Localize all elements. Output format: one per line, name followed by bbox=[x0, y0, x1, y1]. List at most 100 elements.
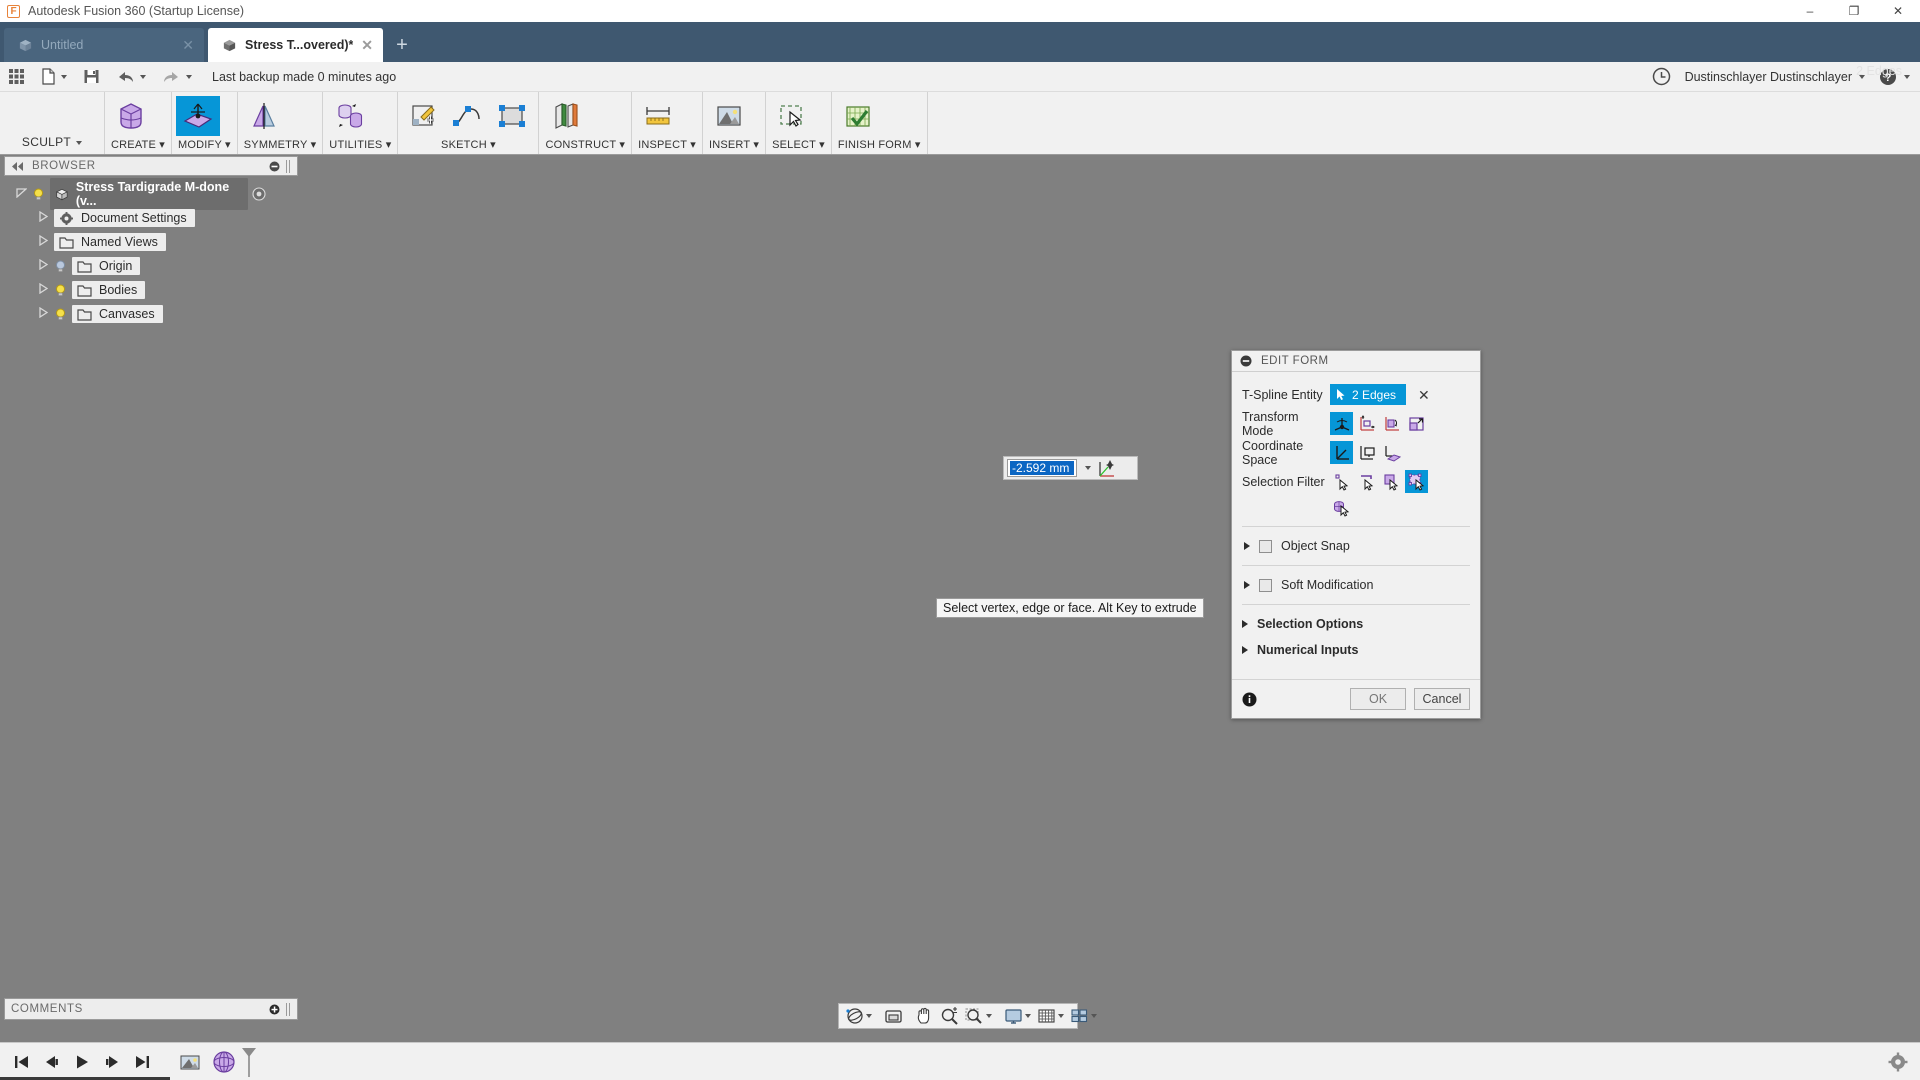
section-object-snap[interactable]: Object Snap bbox=[1242, 533, 1470, 559]
file-menu-button[interactable] bbox=[33, 62, 75, 92]
undo-button[interactable] bbox=[108, 62, 154, 92]
filter-edge-button[interactable] bbox=[1355, 470, 1378, 493]
clock-icon[interactable] bbox=[1652, 67, 1671, 86]
tree-row-document-settings[interactable]: Document Settings bbox=[0, 206, 302, 230]
section-soft-modification[interactable]: Soft Modification bbox=[1242, 572, 1470, 598]
ribbon-group-label[interactable]: SYMMETRY ▾ bbox=[238, 138, 323, 154]
tree-item-document-settings[interactable]: Document Settings bbox=[54, 209, 195, 227]
chevron-down-icon[interactable] bbox=[1085, 466, 1091, 470]
play-button[interactable] bbox=[68, 1047, 96, 1077]
section-selection-options[interactable]: Selection Options bbox=[1242, 611, 1470, 637]
viewports-button[interactable] bbox=[1067, 1004, 1100, 1028]
tree-row-bodies[interactable]: Bodies bbox=[0, 278, 302, 302]
filter-group-button[interactable] bbox=[1330, 497, 1353, 520]
offset-plane-button[interactable] bbox=[543, 96, 587, 136]
visibility-bulb-icon[interactable] bbox=[54, 308, 67, 321]
orbit-button[interactable] bbox=[842, 1004, 875, 1028]
world-space-button[interactable] bbox=[1330, 441, 1353, 464]
cancel-button[interactable]: Cancel bbox=[1414, 688, 1470, 710]
pan-button[interactable] bbox=[912, 1004, 937, 1028]
redo-button[interactable] bbox=[154, 62, 200, 92]
transform-all-button[interactable] bbox=[1330, 412, 1353, 435]
ribbon-group-label[interactable]: SKETCH ▾ bbox=[398, 138, 538, 154]
tree-item-named-views[interactable]: Named Views bbox=[54, 233, 166, 251]
save-button[interactable] bbox=[75, 62, 108, 92]
canvas-feature-button[interactable] bbox=[174, 1047, 206, 1077]
move-axis-icon[interactable] bbox=[1095, 458, 1119, 478]
tree-row-canvases[interactable]: Canvases bbox=[0, 302, 302, 326]
selection-chip[interactable]: 2 Edges bbox=[1330, 384, 1407, 405]
panel-grip-icon[interactable] bbox=[286, 1002, 291, 1016]
select-button[interactable] bbox=[770, 96, 814, 136]
grid-snap-button[interactable] bbox=[1034, 1004, 1067, 1028]
tree-row-named-views[interactable]: Named Views bbox=[0, 230, 302, 254]
minus-circle-icon[interactable] bbox=[1240, 355, 1252, 367]
chevron-down-icon[interactable] bbox=[1091, 1014, 1097, 1018]
expand-arrow-icon[interactable] bbox=[32, 210, 54, 225]
info-icon[interactable] bbox=[1242, 692, 1257, 707]
filter-body-button[interactable] bbox=[1405, 470, 1428, 493]
create-box-button[interactable] bbox=[109, 96, 153, 136]
transform-scale-button[interactable] bbox=[1405, 412, 1428, 435]
panel-grip-icon[interactable] bbox=[286, 159, 291, 173]
transform-translate-button[interactable] bbox=[1355, 412, 1378, 435]
visibility-bulb-icon[interactable] bbox=[54, 260, 67, 273]
rectangle-button[interactable] bbox=[490, 96, 534, 136]
finish-form-button[interactable] bbox=[836, 96, 880, 136]
tree-item-root[interactable]: Stress Tardigrade M-done (v... bbox=[50, 178, 248, 210]
insert-canvas-button[interactable] bbox=[707, 96, 751, 136]
object-snap-checkbox[interactable] bbox=[1259, 539, 1272, 553]
form-feature-button[interactable] bbox=[208, 1047, 240, 1077]
document-tab-stress-tardigrade[interactable]: Stress T...overed)* ✕ bbox=[208, 28, 383, 62]
filter-face-button[interactable] bbox=[1380, 470, 1403, 493]
convert-button[interactable] bbox=[327, 96, 371, 136]
chevron-down-icon[interactable] bbox=[1058, 1014, 1064, 1018]
new-tab-button[interactable]: + bbox=[385, 28, 419, 62]
zoom-button[interactable] bbox=[937, 1004, 962, 1028]
user-account-button[interactable]: Dustinschlayer Dustinschlayer bbox=[1685, 62, 1865, 92]
expand-arrow-icon[interactable] bbox=[32, 282, 54, 297]
zoom-window-button[interactable] bbox=[962, 1004, 995, 1028]
tab-close-icon[interactable]: ✕ bbox=[182, 37, 194, 54]
ribbon-group-label[interactable]: UTILITIES ▾ bbox=[323, 138, 397, 154]
chevron-down-icon[interactable] bbox=[986, 1014, 992, 1018]
step-back-button[interactable] bbox=[38, 1047, 66, 1077]
clear-selection-button[interactable]: ✕ bbox=[1418, 388, 1430, 402]
ribbon-group-label[interactable]: CREATE ▾ bbox=[105, 138, 171, 154]
soft-modification-checkbox[interactable] bbox=[1259, 578, 1272, 592]
maximize-button[interactable]: ❐ bbox=[1832, 0, 1876, 22]
tree-item-canvases[interactable]: Canvases bbox=[72, 305, 163, 323]
timeline-marker-icon[interactable] bbox=[240, 1046, 258, 1078]
view-space-button[interactable] bbox=[1355, 441, 1378, 464]
measure-button[interactable] bbox=[636, 96, 680, 136]
workspace-switcher[interactable]: SCULPT bbox=[0, 92, 105, 154]
ribbon-group-label[interactable]: SELECT ▾ bbox=[766, 138, 831, 154]
ok-button[interactable]: OK bbox=[1350, 688, 1406, 710]
filter-vertex-button[interactable] bbox=[1330, 470, 1353, 493]
visibility-bulb-icon[interactable] bbox=[54, 284, 67, 297]
show-hide-eye-icon[interactable] bbox=[252, 187, 266, 201]
expand-triangle-icon[interactable] bbox=[1242, 620, 1248, 628]
tree-item-origin[interactable]: Origin bbox=[72, 257, 141, 275]
expand-triangle-icon[interactable] bbox=[1242, 646, 1248, 654]
tree-row-origin[interactable]: Origin bbox=[0, 254, 302, 278]
expand-triangle-icon[interactable] bbox=[1244, 581, 1250, 589]
create-sketch-button[interactable] bbox=[402, 96, 446, 136]
add-comment-icon[interactable] bbox=[269, 1004, 280, 1015]
visibility-bulb-icon[interactable] bbox=[32, 188, 45, 201]
dimension-input-field[interactable]: -2.592 mm bbox=[1007, 459, 1077, 477]
ribbon-group-label[interactable]: MODIFY ▾ bbox=[172, 138, 237, 154]
dialog-header[interactable]: EDIT FORM bbox=[1232, 351, 1480, 372]
ribbon-group-label[interactable]: INSPECT ▾ bbox=[632, 138, 702, 154]
step-forward-button[interactable] bbox=[98, 1047, 126, 1077]
look-at-button[interactable] bbox=[881, 1004, 906, 1028]
chevron-down-icon[interactable] bbox=[866, 1014, 872, 1018]
spline-button[interactable] bbox=[446, 96, 490, 136]
section-numerical-inputs[interactable]: Numerical Inputs bbox=[1242, 637, 1470, 663]
expand-arrow-icon[interactable] bbox=[32, 258, 54, 273]
timeline-settings-icon[interactable] bbox=[1888, 1052, 1908, 1072]
document-tab-untitled[interactable]: Untitled ✕ bbox=[4, 28, 204, 62]
skip-to-end-button[interactable] bbox=[128, 1047, 156, 1077]
show-data-panel-button[interactable] bbox=[0, 62, 33, 92]
display-settings-button[interactable] bbox=[1001, 1004, 1034, 1028]
